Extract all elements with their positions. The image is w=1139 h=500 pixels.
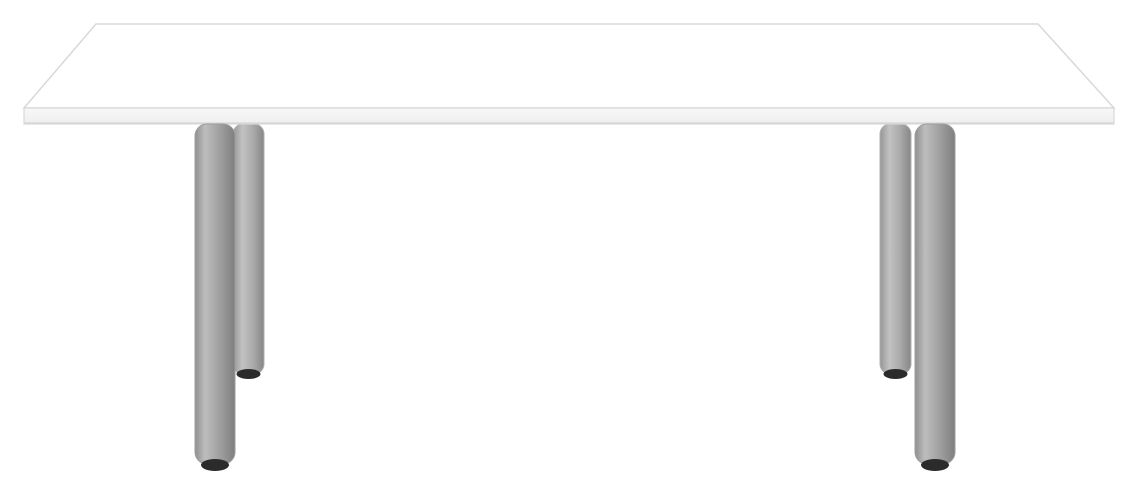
tabletop <box>22 23 1116 125</box>
table-illustration <box>22 23 1116 471</box>
front-left-leg <box>194 123 236 471</box>
product-photo-scene <box>0 0 1139 500</box>
back-right-leg <box>879 123 912 379</box>
back-left-leg <box>232 123 265 379</box>
front-right-leg <box>914 123 956 471</box>
